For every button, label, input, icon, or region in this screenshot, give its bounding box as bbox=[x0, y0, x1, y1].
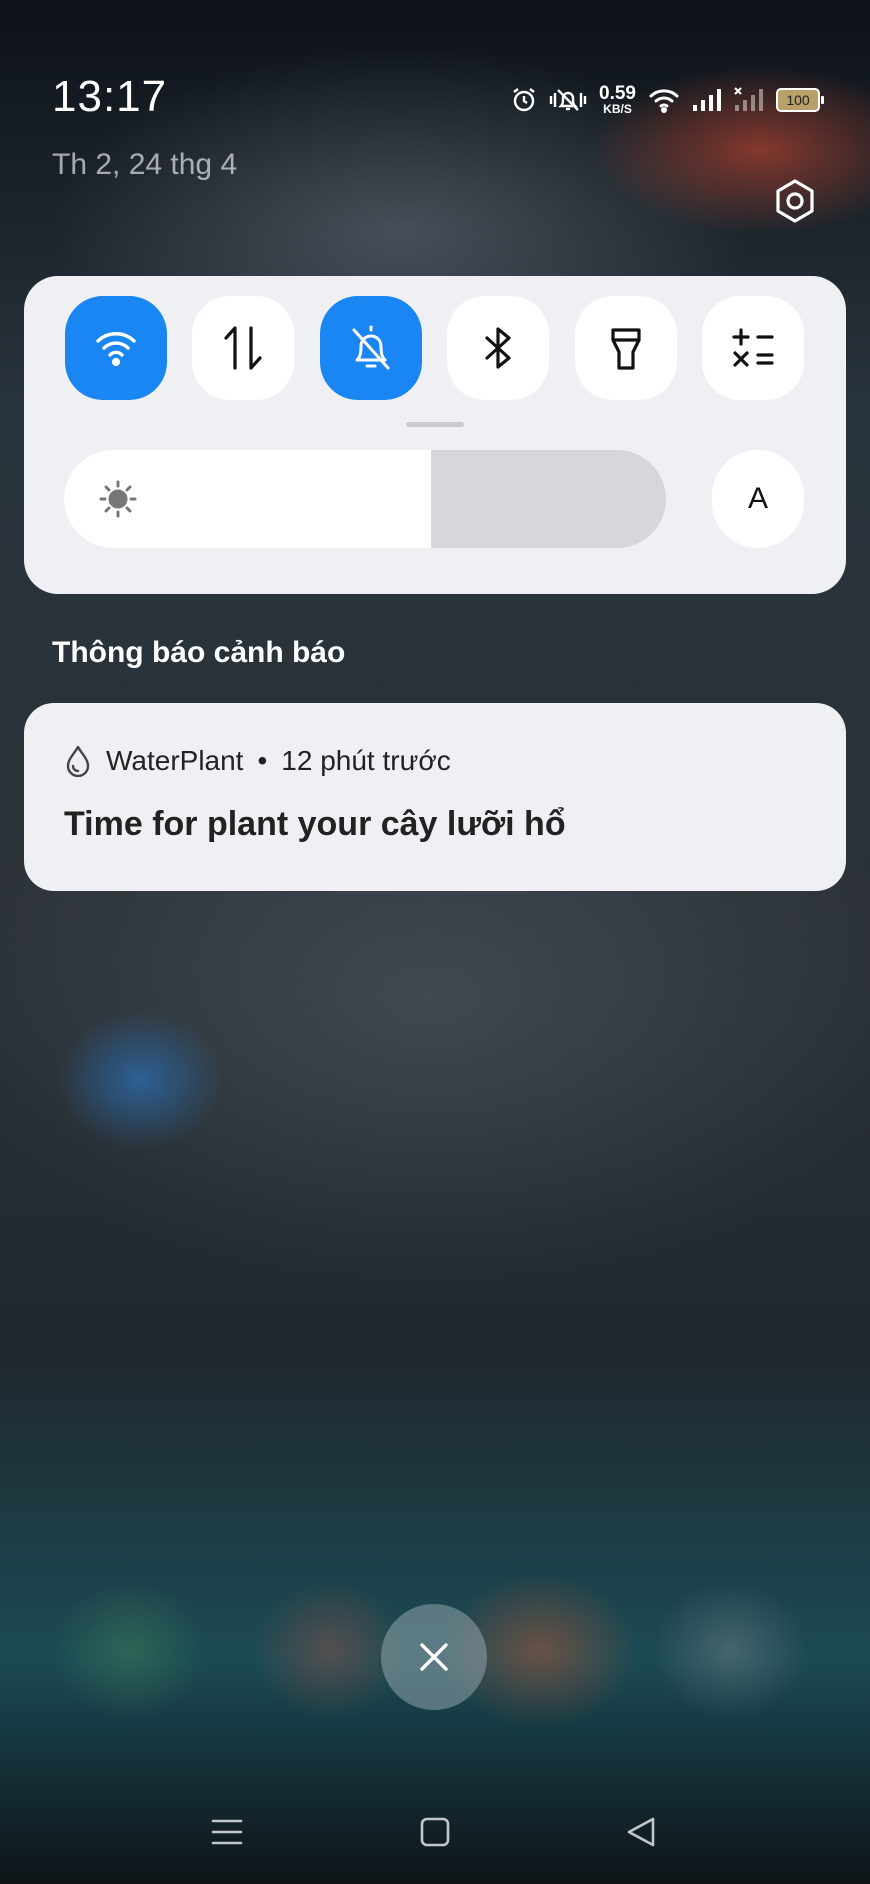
quick-settings-panel: A bbox=[24, 276, 846, 594]
close-icon bbox=[420, 1643, 448, 1671]
calculator-tile[interactable] bbox=[702, 296, 804, 400]
back-button[interactable] bbox=[609, 1800, 673, 1864]
notification-header: WaterPlant • 12 phút trước bbox=[64, 745, 451, 777]
status-icons: 0.59 KB/S 100 bbox=[511, 84, 824, 115]
clear-all-button[interactable] bbox=[381, 1604, 487, 1710]
auto-brightness-button[interactable]: A bbox=[712, 450, 804, 548]
network-speed: 0.59 KB/S bbox=[599, 84, 636, 115]
brightness-sun-icon bbox=[99, 480, 137, 518]
menu-icon bbox=[211, 1819, 243, 1845]
back-icon bbox=[627, 1817, 655, 1847]
home-icon bbox=[420, 1817, 450, 1847]
data-arrows-icon bbox=[224, 326, 262, 370]
clock: 13:17 bbox=[52, 72, 168, 121]
flashlight-tile[interactable] bbox=[575, 296, 677, 400]
notification-time: 12 phút trước bbox=[281, 745, 451, 776]
notification-separator: • bbox=[257, 745, 268, 776]
network-speed-unit: KB/S bbox=[603, 102, 632, 116]
notifications-section-title: Thông báo cảnh báo bbox=[52, 636, 346, 669]
signal-icon bbox=[693, 88, 721, 111]
bell-off-icon bbox=[352, 325, 390, 370]
vibrate-off-icon bbox=[549, 88, 587, 111]
panel-drag-handle[interactable] bbox=[406, 422, 464, 427]
water-drop-icon bbox=[66, 745, 90, 777]
silent-mode-tile[interactable] bbox=[320, 296, 422, 400]
network-speed-value: 0.59 bbox=[599, 83, 636, 104]
notification-app-name: WaterPlant bbox=[106, 745, 244, 776]
no-signal-icon bbox=[734, 86, 763, 111]
bluetooth-icon bbox=[485, 327, 511, 369]
home-button[interactable] bbox=[403, 1800, 467, 1864]
notification-card[interactable]: WaterPlant • 12 phút trước Time for plan… bbox=[24, 703, 846, 891]
brightness-slider[interactable] bbox=[64, 450, 666, 548]
flashlight-icon bbox=[611, 328, 641, 370]
wifi-tile[interactable] bbox=[65, 296, 167, 400]
wifi-icon bbox=[96, 332, 136, 367]
calculator-icon bbox=[732, 328, 774, 367]
notification-title: Time for plant your cây lưỡi hổ bbox=[64, 805, 566, 843]
mobile-data-tile[interactable] bbox=[192, 296, 294, 400]
alarm-icon bbox=[513, 87, 535, 111]
date: Th 2, 24 thg 4 bbox=[52, 148, 238, 181]
wifi-icon bbox=[649, 88, 679, 113]
recent-apps-button[interactable] bbox=[195, 1800, 259, 1864]
navigation-bar bbox=[0, 1800, 870, 1864]
bluetooth-tile[interactable] bbox=[447, 296, 549, 400]
battery-icon: 100 bbox=[776, 87, 824, 112]
settings-gear-icon[interactable] bbox=[772, 178, 818, 224]
